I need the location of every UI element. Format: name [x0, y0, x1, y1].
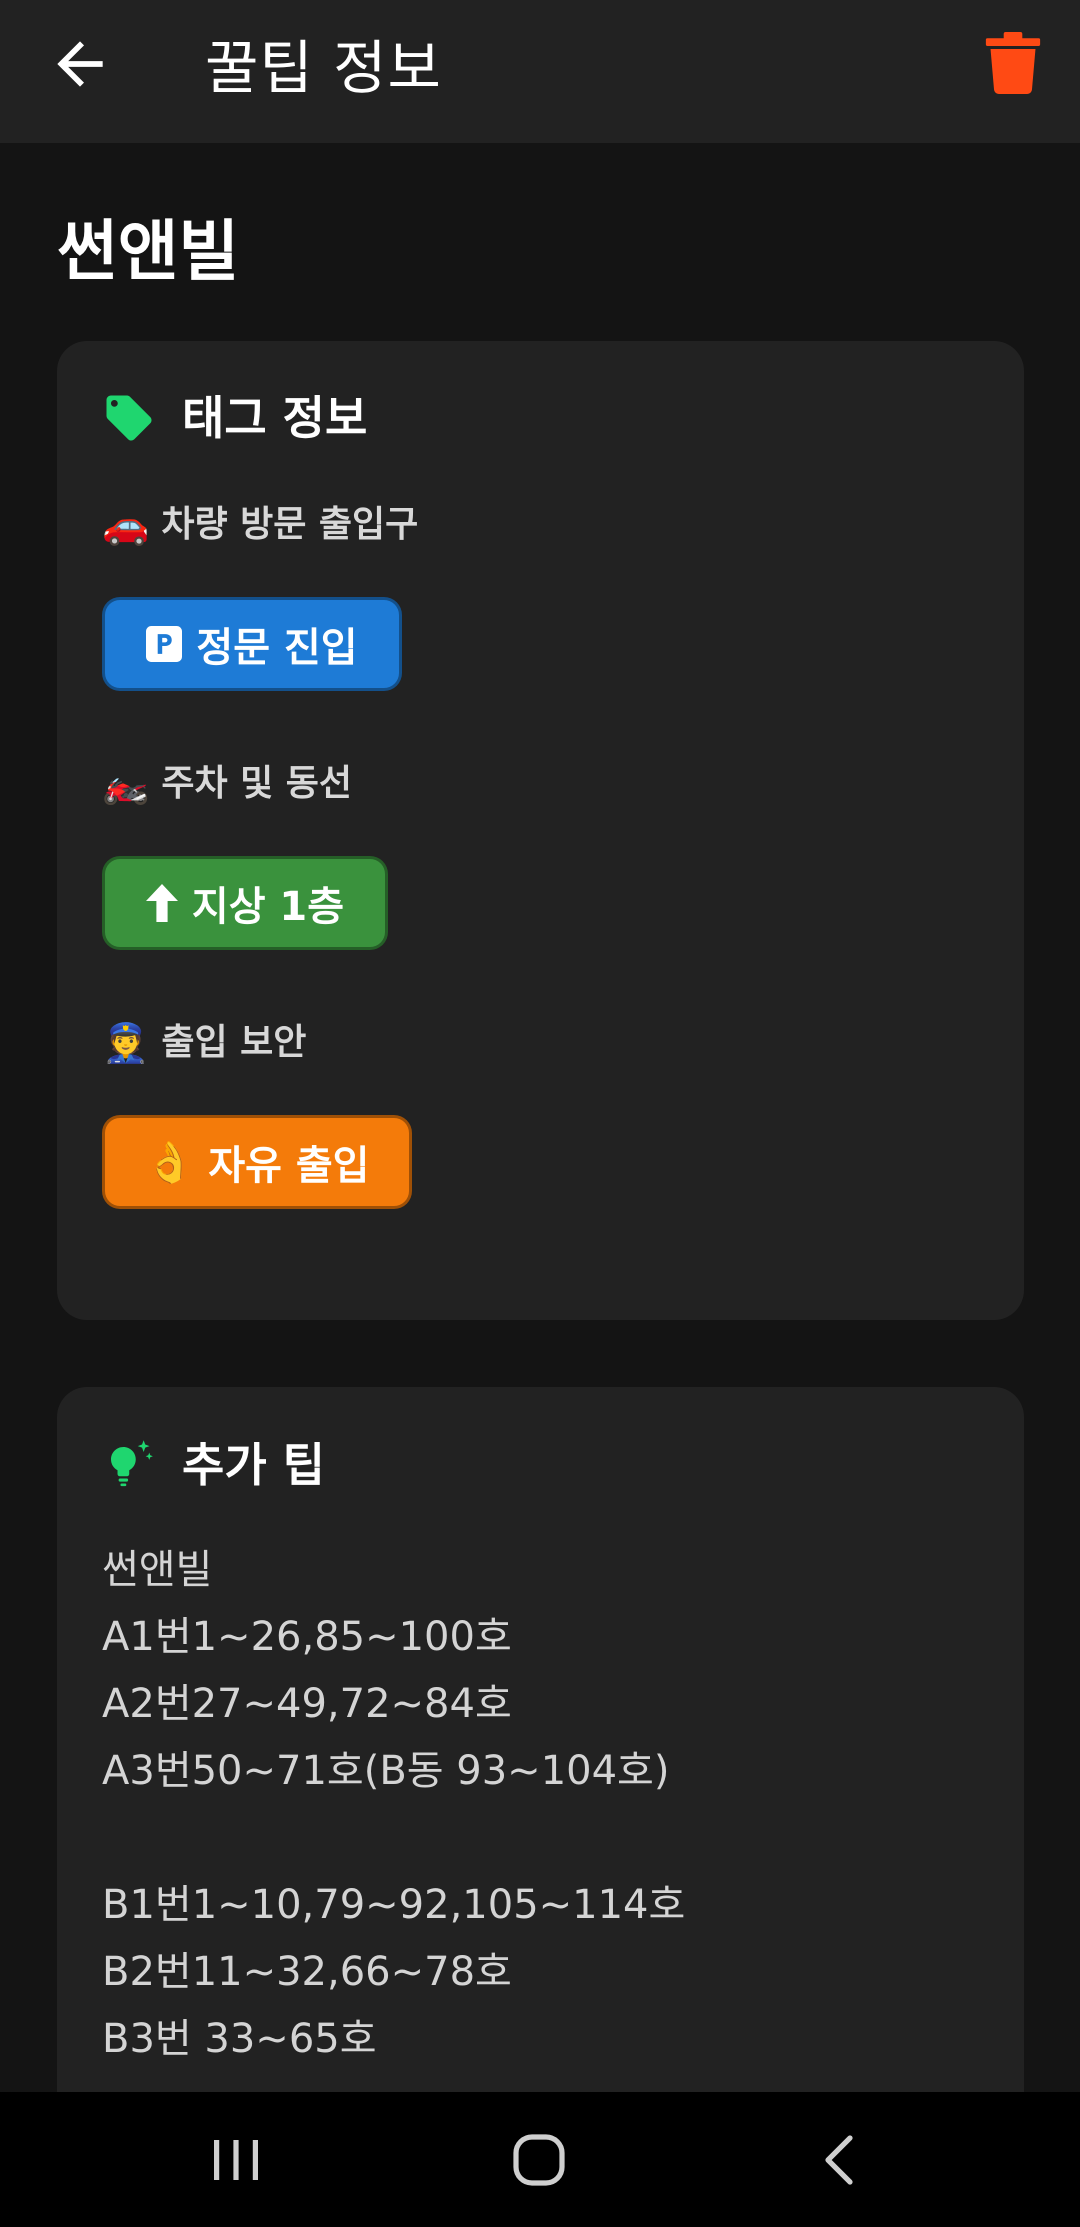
chip-label: 지상 1층 — [191, 884, 345, 930]
delete-button[interactable] — [985, 32, 1041, 94]
home-icon — [513, 2134, 565, 2186]
system-back-button[interactable] — [806, 2124, 878, 2196]
app-bar-title: 꿀팁 정보 — [205, 34, 442, 102]
chip-free-access[interactable]: 👌 자유 출입 — [102, 1115, 412, 1209]
chip-ground-floor[interactable]: 지상 1층 — [102, 856, 388, 950]
recents-button[interactable] — [200, 2124, 272, 2196]
chip-label: 정문 진입 — [196, 625, 358, 671]
police-officer-icon: 👮 — [102, 1021, 150, 1065]
recents-icon — [214, 2140, 258, 2180]
app-root: 꿀팁 정보 썬앤빌 태그 정보 🚗 차량 방문 출입구 정문 진입 🏍️ 주차 … — [0, 0, 1080, 2227]
chip-main-gate[interactable]: 정문 진입 — [102, 597, 402, 691]
home-button[interactable] — [503, 2124, 575, 2196]
car-icon: 🚗 — [102, 503, 150, 547]
parking-icon — [146, 626, 183, 662]
nav-back-icon — [825, 2135, 853, 2185]
tips-card-header: 추가 팁 — [102, 1435, 325, 1495]
system-nav-bar — [0, 2092, 1080, 2227]
section-label-text: 차량 방문 출입구 — [161, 504, 419, 545]
back-button[interactable] — [46, 30, 114, 98]
arrow-back-icon — [57, 41, 103, 87]
tag-icon — [102, 391, 156, 445]
lightbulb-sparkle-icon — [102, 1438, 156, 1492]
section-label-parking-route: 🏍️ 주차 및 동선 — [102, 759, 352, 809]
tag-info-card: 태그 정보 🚗 차량 방문 출입구 정문 진입 🏍️ 주차 및 동선 지상 1층… — [57, 341, 1024, 1320]
page-title: 썬앤빌 — [57, 213, 240, 290]
section-label-vehicle-entrance: 🚗 차량 방문 출입구 — [102, 500, 418, 550]
arrow-up-icon — [145, 884, 178, 922]
top-app-bar: 꿀팁 정보 — [0, 0, 1080, 143]
chip-label: 자유 출입 — [208, 1143, 370, 1189]
tag-card-title: 태그 정보 — [182, 391, 368, 445]
ok-hand-icon: 👌 — [144, 1139, 195, 1186]
tips-card-title: 추가 팁 — [182, 1438, 325, 1492]
tag-card-header: 태그 정보 — [102, 388, 367, 448]
section-label-access-security: 👮 출입 보안 — [102, 1018, 306, 1068]
motorcycle-icon: 🏍️ — [102, 762, 150, 806]
tips-body-text: 썬앤빌 A1번1~26,85~100호 A2번27~49,72~84호 A3번5… — [102, 1547, 686, 2062]
trash-icon — [985, 32, 1041, 94]
section-label-text: 주차 및 동선 — [161, 763, 352, 804]
section-label-text: 출입 보안 — [161, 1022, 307, 1063]
